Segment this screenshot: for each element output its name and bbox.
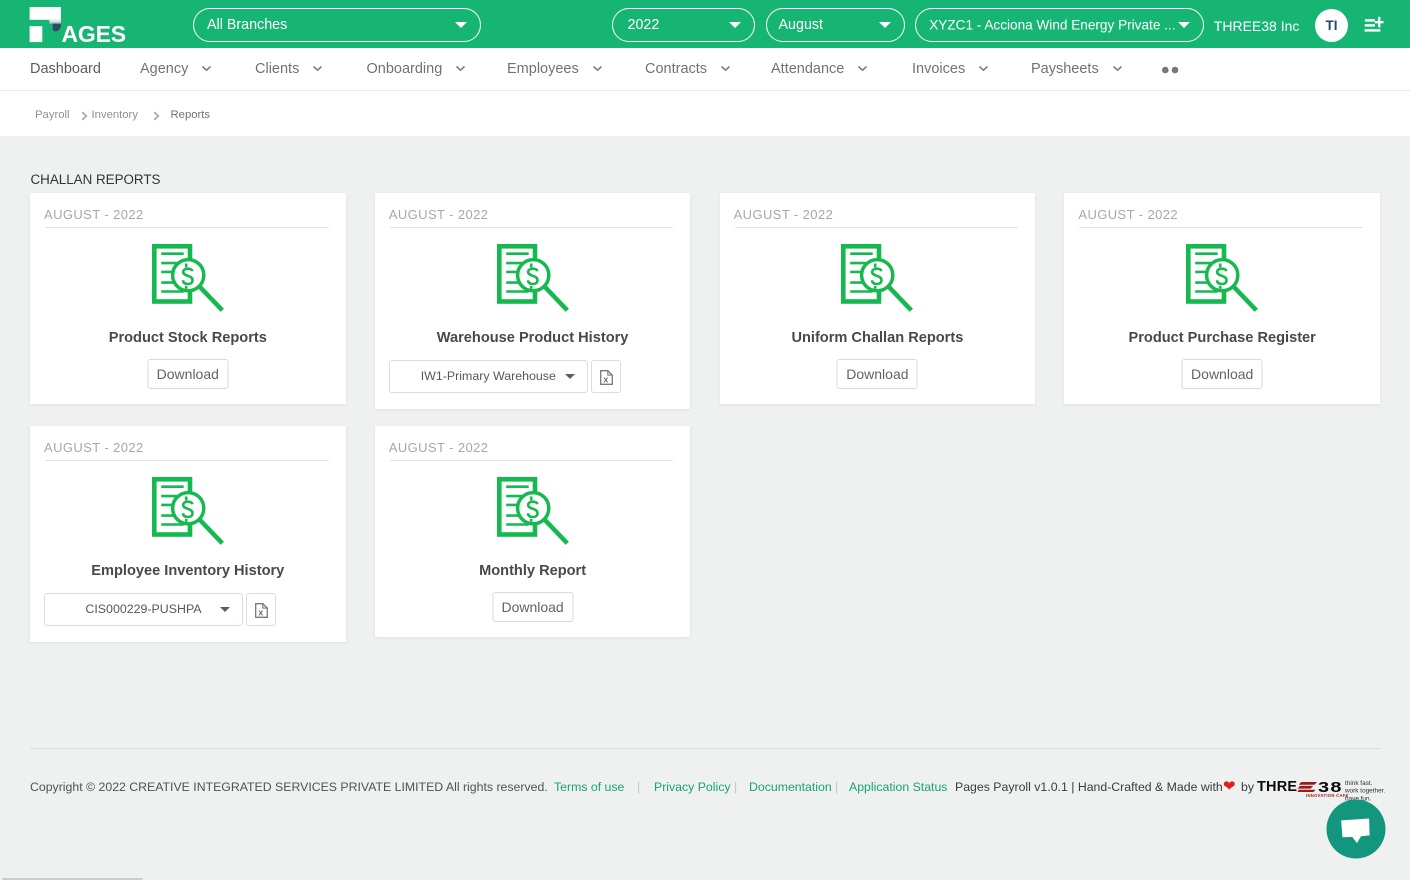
svg-text:x: x — [603, 374, 609, 384]
svg-text:x: x — [258, 607, 264, 617]
